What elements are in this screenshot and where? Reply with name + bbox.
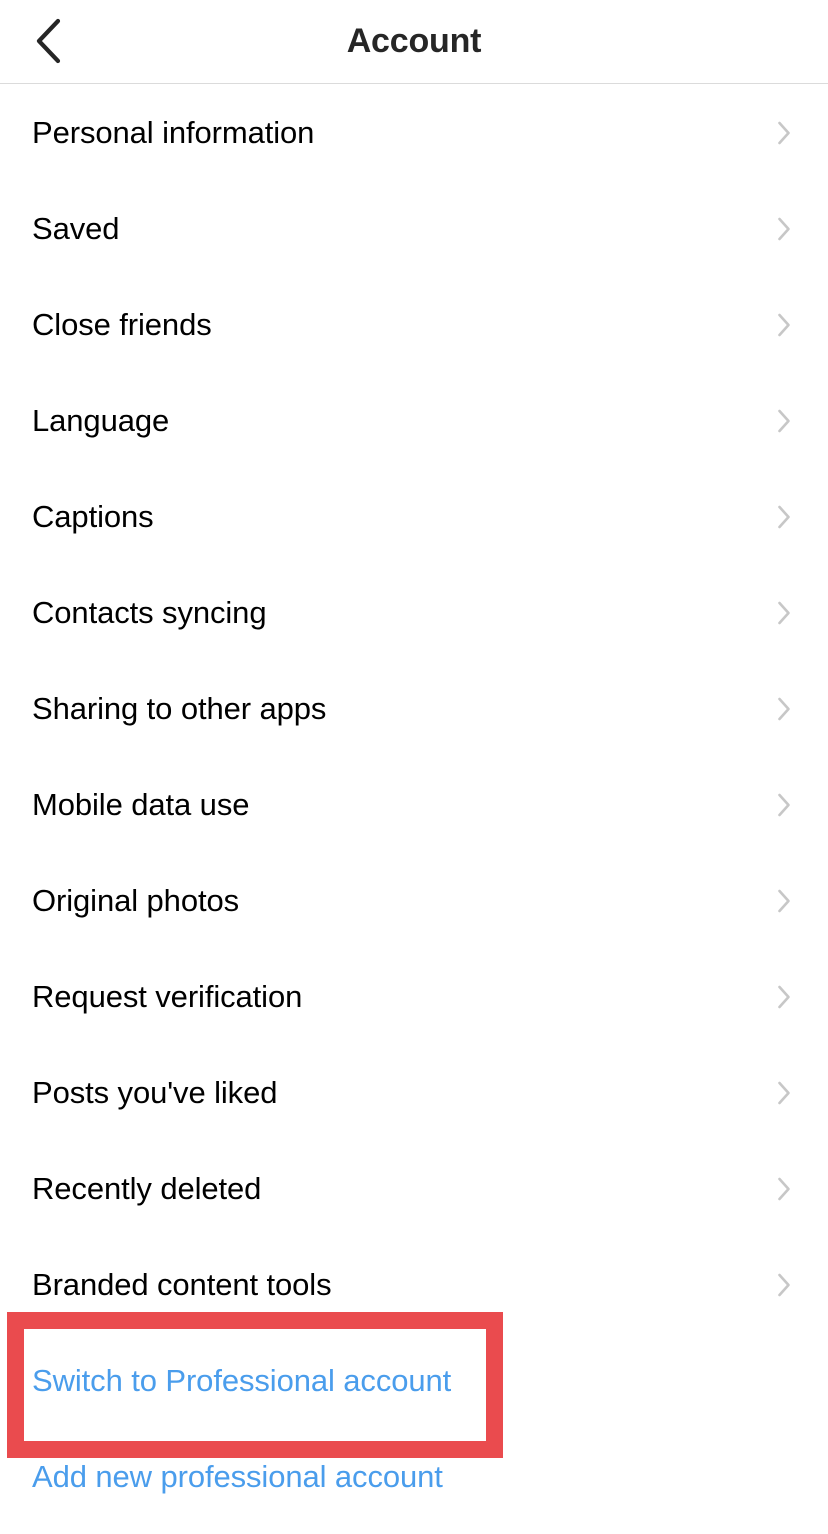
professional-account-links: Switch to Professional account Add new p… [0,1333,828,1525]
chevron-right-icon [777,217,791,241]
settings-list: Personal information Saved Close friends… [0,85,828,1333]
settings-row-label: Recently deleted [32,1141,261,1237]
settings-row-captions[interactable]: Captions [0,469,828,565]
settings-row-label: Saved [32,181,119,277]
chevron-right-icon [777,793,791,817]
settings-row-label: Captions [32,469,154,565]
navigation-header: Account [0,0,828,84]
settings-row-personal-information[interactable]: Personal information [0,85,828,181]
settings-row-label: Original photos [32,853,239,949]
chevron-right-icon [777,1081,791,1105]
settings-row-language[interactable]: Language [0,373,828,469]
settings-row-saved[interactable]: Saved [0,181,828,277]
chevron-right-icon [777,601,791,625]
settings-row-label: Personal information [32,85,314,181]
chevron-right-icon [777,1273,791,1297]
settings-row-label: Branded content tools [32,1237,332,1333]
settings-row-label: Sharing to other apps [32,661,326,757]
page-title: Account [0,0,828,83]
settings-row-label: Mobile data use [32,757,249,853]
settings-row-label: Request verification [32,949,302,1045]
settings-row-posts-youve-liked[interactable]: Posts you've liked [0,1045,828,1141]
settings-row-recently-deleted[interactable]: Recently deleted [0,1141,828,1237]
settings-row-contacts-syncing[interactable]: Contacts syncing [0,565,828,661]
add-new-professional-account-button[interactable]: Add new professional account [0,1429,828,1525]
settings-row-label: Close friends [32,277,212,373]
chevron-right-icon [777,985,791,1009]
settings-row-label: Posts you've liked [32,1045,277,1141]
settings-row-mobile-data-use[interactable]: Mobile data use [0,757,828,853]
settings-row-label: Language [32,373,169,469]
chevron-right-icon [777,313,791,337]
chevron-right-icon [777,1177,791,1201]
add-new-professional-account-label: Add new professional account [32,1429,443,1525]
switch-to-professional-account-button[interactable]: Switch to Professional account [0,1333,828,1429]
settings-row-original-photos[interactable]: Original photos [0,853,828,949]
chevron-right-icon [777,697,791,721]
settings-row-close-friends[interactable]: Close friends [0,277,828,373]
chevron-right-icon [777,505,791,529]
chevron-right-icon [777,121,791,145]
account-settings-screen: Account Personal information Saved Close… [0,0,828,1534]
settings-row-label: Contacts syncing [32,565,266,661]
settings-row-branded-content-tools[interactable]: Branded content tools [0,1237,828,1333]
chevron-right-icon [777,409,791,433]
settings-row-request-verification[interactable]: Request verification [0,949,828,1045]
chevron-right-icon [777,889,791,913]
settings-row-sharing-to-other-apps[interactable]: Sharing to other apps [0,661,828,757]
switch-to-professional-account-label: Switch to Professional account [32,1333,451,1429]
